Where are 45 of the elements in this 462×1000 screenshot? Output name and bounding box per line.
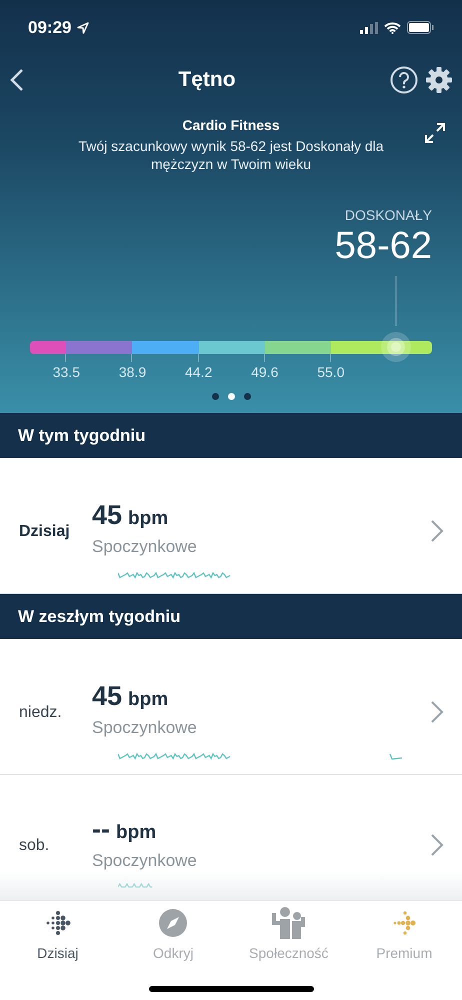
card-title: Cardio Fitness — [182, 117, 280, 133]
help-icon[interactable] — [390, 66, 418, 94]
unit-label: bpm — [116, 822, 156, 844]
tick-label: 33.5 — [52, 364, 81, 381]
tab-item[interactable]: Społeczność — [231, 907, 346, 961]
signal-icon — [360, 22, 378, 34]
tick-label: 38.9 — [118, 364, 148, 381]
tick-label: 49.6 — [250, 364, 280, 381]
page-title: Tętno — [178, 68, 236, 92]
page-dot[interactable] — [212, 393, 218, 400]
unit-label: bpm — [128, 689, 168, 711]
score-value: 58-62 — [334, 224, 432, 269]
page-dot[interactable] — [228, 393, 234, 400]
resting-label: Spoczynkowe — [92, 537, 198, 557]
section-header: W tym tygodniu — [0, 413, 462, 458]
heart-rate-value: -- — [92, 814, 110, 845]
location-arrow-icon — [77, 22, 90, 34]
card-description: Twój szacunkowy wynik 58-62 jest Doskonały dla mężczyzn w Twoim wieku — [77, 137, 385, 173]
tab-item[interactable]: Odkryj — [116, 907, 231, 961]
resting-label: Spoczynkowe — [92, 718, 198, 738]
battery-icon — [407, 21, 434, 34]
day-label: sob. — [18, 836, 50, 854]
expand-icon[interactable] — [424, 122, 446, 144]
compass-icon — [158, 907, 188, 939]
heart-rate-value: 45 — [92, 681, 122, 712]
chevron-icon[interactable] — [430, 700, 444, 724]
tick-label: 44.2 — [184, 364, 214, 381]
page-dot[interactable] — [244, 393, 250, 400]
rating-label: DOSKONAŁY — [344, 207, 432, 223]
chevron-icon[interactable] — [430, 518, 444, 542]
section-header: W zeszłym tygodniu — [0, 594, 462, 639]
wifi-icon — [384, 22, 401, 34]
tick-label: 55.0 — [316, 364, 346, 381]
day-label: niedz. — [18, 702, 63, 722]
tab-item[interactable]: Dzisiaj — [0, 907, 116, 961]
status-time: 09:29 — [28, 18, 72, 38]
unit-label: bpm — [128, 508, 168, 530]
heart-rate-value: 45 — [92, 500, 122, 531]
tab-item[interactable]: Premium — [346, 907, 462, 961]
back-icon[interactable] — [10, 68, 24, 92]
day-label: Dzisiaj — [18, 522, 71, 540]
settings-icon[interactable] — [426, 67, 452, 93]
people-icon — [270, 907, 307, 939]
chevron-icon[interactable] — [430, 832, 444, 856]
resting-label: Spoczynkowe — [92, 851, 198, 871]
